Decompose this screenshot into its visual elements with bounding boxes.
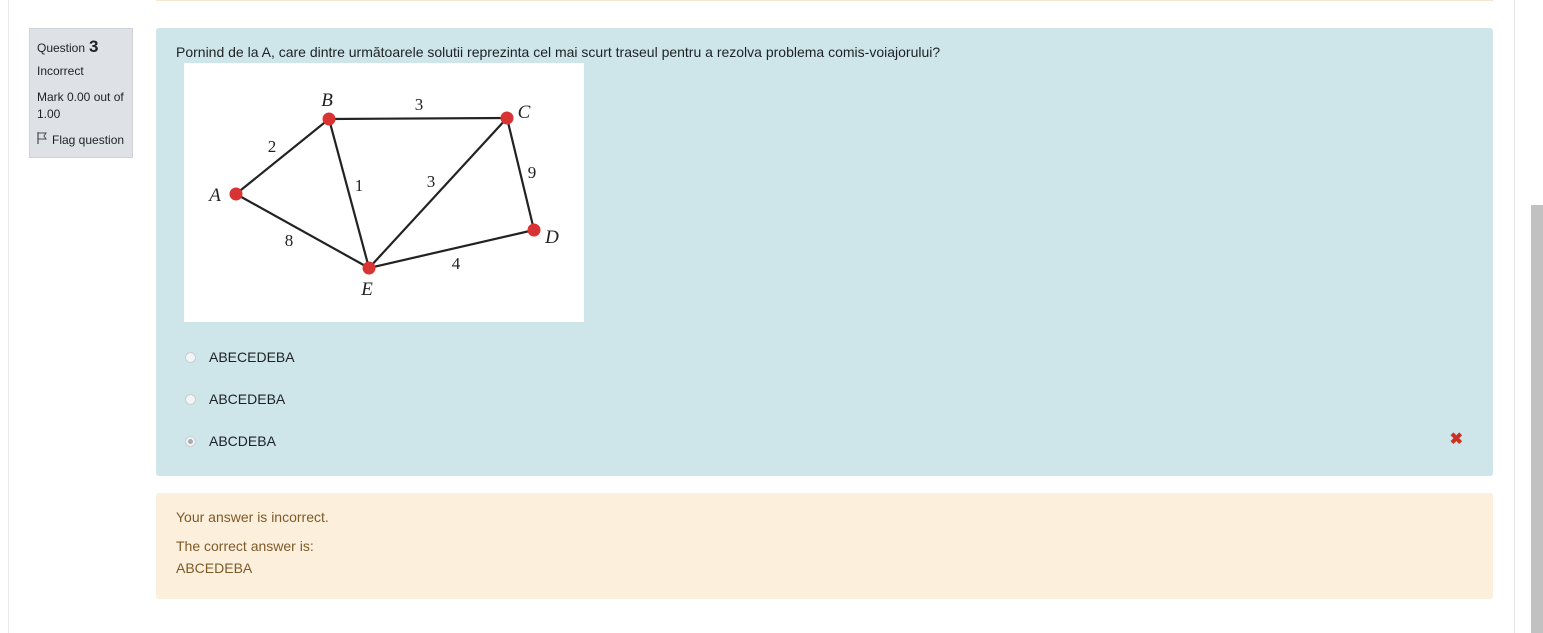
- graph-image: 2 3 1 3 9 8 4 A B C D E: [184, 63, 584, 322]
- question-grade: Mark 0.00 out of 1.00: [37, 90, 124, 121]
- graph-edge-weight-BC: 3: [415, 95, 424, 114]
- graph-node-label-B: B: [321, 90, 333, 111]
- right-answer-value: ABCEDEBA: [176, 560, 253, 576]
- graph-node-label-C: C: [518, 102, 531, 123]
- question-number-line: Question 3: [37, 37, 125, 57]
- graph-edge-weights: 2 3 1 3 9 8 4: [268, 95, 537, 273]
- right-answer-label: The correct answer is:: [176, 538, 314, 554]
- answer-option-3[interactable]: ABCDEBA: [184, 433, 276, 449]
- incorrect-icon: ✖: [1449, 431, 1463, 448]
- answer-label-2: ABCEDEBA: [209, 391, 286, 407]
- graph-edge-BC: [328, 116, 508, 121]
- question-info-panel: Question 3 Incorrect Mark 0.00 out of 1.…: [29, 28, 133, 158]
- graph-edge-weight-ED: 4: [452, 254, 461, 273]
- graph-edge-weight-BE: 1: [355, 176, 364, 195]
- question-number: 3: [89, 37, 99, 56]
- question-state: Incorrect: [37, 64, 84, 78]
- graph-node-E: [362, 261, 376, 275]
- answer-option-1[interactable]: ABECEDEBA: [184, 349, 295, 365]
- graph-edge-weight-CE: 3: [427, 172, 436, 191]
- answer-option-2[interactable]: ABCEDEBA: [184, 391, 285, 407]
- graph-edge-weight-CD: 9: [528, 163, 537, 182]
- answer-radio-3[interactable]: [185, 435, 196, 447]
- graph-node-C: [500, 111, 514, 125]
- question-formulation: Pornind de la A, care dintre următoarele…: [156, 28, 1493, 476]
- question-label: Question: [37, 41, 86, 55]
- flag-question-button[interactable]: Flag question: [37, 132, 125, 147]
- page-left-border: [8, 0, 9, 633]
- scrollbar-thumb[interactable]: [1531, 205, 1543, 633]
- answer-feedback: Your answer is incorrect.: [176, 509, 329, 525]
- graph-edge-AE: [235, 193, 370, 269]
- graph-edge-AB: [235, 118, 330, 195]
- flag-icon: [37, 132, 47, 147]
- question-text: Pornind de la A, care dintre următoarele…: [176, 44, 941, 60]
- graph-node-B: [322, 112, 336, 126]
- graph-node-D: [527, 223, 541, 237]
- graph-node-label-A: A: [207, 185, 221, 206]
- graph-edge-CE: [368, 117, 508, 269]
- answer-label-3: ABCDEBA: [209, 433, 276, 449]
- graph-node-label-E: E: [360, 279, 373, 300]
- graph-node-label-D: D: [544, 227, 559, 248]
- graph-edge-weight-AB: 2: [268, 137, 277, 156]
- question-outcome: Your answer is incorrect. The correct an…: [156, 493, 1493, 599]
- answer-label-1: ABECEDEBA: [209, 349, 295, 365]
- graph-edges: [235, 116, 536, 270]
- answer-radio-2[interactable]: [185, 393, 196, 405]
- flag-question-label: Flag question: [52, 132, 125, 147]
- graph-edge-weight-AE: 8: [285, 231, 294, 250]
- graph-node-A: [229, 187, 243, 201]
- previous-question-edge: [156, 0, 1493, 1]
- answer-radio-1[interactable]: [185, 351, 196, 363]
